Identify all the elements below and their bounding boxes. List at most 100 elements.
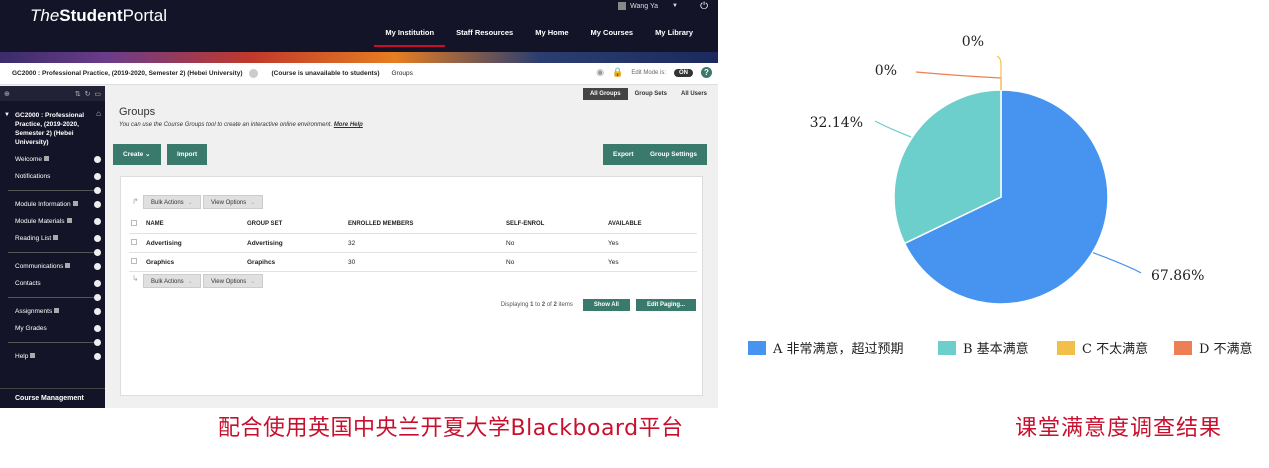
legend-swatch-c — [1057, 340, 1075, 355]
chevron-down-icon: ▼ — [672, 3, 678, 9]
right-caption: 课堂满意度调查结果 — [1015, 416, 1223, 441]
options-icon[interactable] — [94, 201, 101, 208]
tab-all-users[interactable]: All Users — [674, 88, 714, 100]
edit-mode-toggle[interactable]: ON — [674, 68, 693, 77]
options-icon[interactable] — [94, 156, 101, 163]
group-settings-button[interactable]: Group Settings — [640, 144, 707, 165]
options-icon[interactable] — [94, 173, 101, 180]
options-icon[interactable] — [94, 218, 101, 225]
main-nav: My Institution Staff Resources My Home M… — [374, 26, 704, 47]
sidebar-item-my-grades[interactable]: My Grades — [0, 320, 105, 337]
legend-swatch-a — [748, 340, 766, 355]
col-available[interactable]: AVAILABLE — [608, 221, 697, 227]
view-options-button[interactable]: View Options ⌄ — [203, 274, 264, 288]
col-name[interactable]: NAME — [146, 221, 247, 227]
sort-icon[interactable]: ⇅ — [75, 91, 81, 98]
paging-bar: Displaying 1 to 2 of 2 items Show All Ed… — [501, 299, 696, 311]
export-button[interactable]: Export — [603, 144, 644, 165]
self-enrol: No — [506, 258, 515, 266]
options-icon[interactable] — [94, 235, 101, 242]
group-name[interactable]: Graphics — [146, 259, 247, 266]
power-icon[interactable]: ⏻ — [700, 1, 708, 12]
bulk-actions-button[interactable]: Bulk Actions ⌄ — [143, 195, 201, 209]
sidebar-item-help[interactable]: Help — [0, 348, 105, 365]
options-icon[interactable] — [94, 353, 101, 360]
sidebar-item-module-information[interactable]: Module Information — [0, 196, 105, 213]
blackboard-screenshot: TheStudentPortal Wang Ya ▼ ⏻ My Institut… — [0, 0, 718, 408]
options-icon[interactable] — [94, 280, 101, 287]
satisfaction-pie-chart: 67.86% 32.14% 0% 0% — [810, 34, 1204, 305]
data-label: 32.14% — [810, 115, 863, 131]
help-icon[interactable]: ? — [701, 67, 712, 78]
lock-icon[interactable]: 🔒 — [612, 67, 623, 78]
table-row: Advertising Advertising 32 No Yes — [129, 234, 697, 253]
nav-staff-resources[interactable]: Staff Resources — [445, 26, 524, 47]
folder-icon[interactable]: ▭ — [94, 91, 101, 98]
enrolled-members: 30 — [348, 258, 356, 266]
select-all-checkbox[interactable] — [131, 220, 137, 226]
show-all-button[interactable]: Show All — [582, 299, 630, 311]
add-menu-item-icon[interactable]: ⊕ — [4, 90, 10, 98]
sidebar-item-assignments[interactable]: Assignments — [0, 303, 105, 320]
tab-group-sets[interactable]: Group Sets — [628, 88, 674, 100]
hidden-icon — [72, 201, 78, 206]
nav-my-library[interactable]: My Library — [644, 26, 704, 47]
portal-logo[interactable]: TheStudentPortal — [30, 6, 167, 26]
options-icon[interactable] — [94, 325, 101, 332]
eye-icon[interactable]: ◉ — [596, 67, 604, 78]
row-checkbox[interactable] — [131, 239, 137, 245]
banner-stripe — [0, 52, 718, 63]
course-menu-icon[interactable] — [248, 69, 258, 78]
hidden-icon — [66, 218, 72, 223]
legend-item: D 不满意 — [1174, 338, 1253, 357]
row-checkbox[interactable] — [131, 258, 137, 264]
corner-arrow-icon: ↱ — [132, 197, 139, 206]
legend-item: C 不太满意 — [1057, 338, 1174, 357]
sidebar-item-contacts[interactable]: Contacts — [0, 275, 105, 292]
group-set[interactable]: Grapihcs — [247, 259, 348, 266]
bulk-actions-button[interactable]: Bulk Actions ⌄ — [143, 274, 201, 288]
more-help-link[interactable]: More Help — [334, 122, 363, 128]
create-button[interactable]: Create ⌄ — [113, 144, 161, 165]
refresh-icon[interactable]: ↻ — [85, 91, 91, 98]
import-button[interactable]: Import — [167, 144, 208, 165]
legend-item: B 基本满意 — [938, 338, 1057, 357]
collapse-icon[interactable]: ▼ — [4, 111, 10, 120]
nav-my-home[interactable]: My Home — [524, 26, 579, 47]
course-title[interactable]: ▼ GC2000 : Professional Practice, (2019-… — [0, 101, 105, 151]
col-enrolled[interactable]: ENROLLED MEMBERS — [348, 221, 506, 227]
options-icon[interactable] — [94, 308, 101, 315]
sidebar-item-reading-list[interactable]: Reading List — [0, 230, 105, 247]
top-bar: TheStudentPortal Wang Ya ▼ ⏻ My Institut… — [0, 0, 718, 52]
view-options-button[interactable]: View Options ⌄ — [203, 195, 264, 209]
groups-panel: ↱ Bulk Actions ⌄ View Options ⌄ NAME GROUP… — [120, 176, 703, 396]
divider — [8, 294, 101, 301]
divider — [8, 187, 101, 194]
nav-my-institution[interactable]: My Institution — [374, 26, 446, 47]
breadcrumb: Groups — [391, 70, 413, 77]
sidebar-item-communications[interactable]: Communications — [0, 258, 105, 275]
group-set[interactable]: Advertising — [247, 240, 348, 247]
tab-all-groups[interactable]: All Groups — [582, 88, 628, 100]
available: Yes — [608, 239, 619, 247]
nav-my-courses[interactable]: My Courses — [580, 26, 645, 47]
sidebar-item-notifications[interactable]: Notifications — [0, 168, 105, 185]
user-menu[interactable]: Wang Ya ▼ — [618, 2, 678, 10]
hidden-icon — [43, 156, 49, 161]
sidebar-item-module-materials[interactable]: Module Materials — [0, 213, 105, 230]
group-name[interactable]: Advertising — [146, 240, 247, 247]
col-self-enrol[interactable]: SELF-ENROL — [506, 221, 608, 227]
edit-paging-button[interactable]: Edit Paging... — [635, 299, 696, 311]
hidden-icon — [30, 353, 36, 358]
home-icon[interactable]: ⌂ — [96, 109, 101, 118]
course-name[interactable]: GC2000 : Professional Practice, (2019-20… — [12, 70, 243, 77]
hidden-icon — [65, 263, 71, 268]
options-icon[interactable] — [94, 263, 101, 270]
course-management[interactable]: Course Management — [0, 388, 105, 408]
legend-swatch-b — [938, 340, 956, 355]
main-content: All Groups Group Sets All Users Groups Y… — [105, 86, 718, 408]
leader-line — [996, 55, 1002, 90]
sidebar-item-welcome[interactable]: Welcome — [0, 151, 105, 168]
self-enrol: No — [506, 239, 515, 247]
col-group-set[interactable]: GROUP SET — [247, 221, 348, 227]
